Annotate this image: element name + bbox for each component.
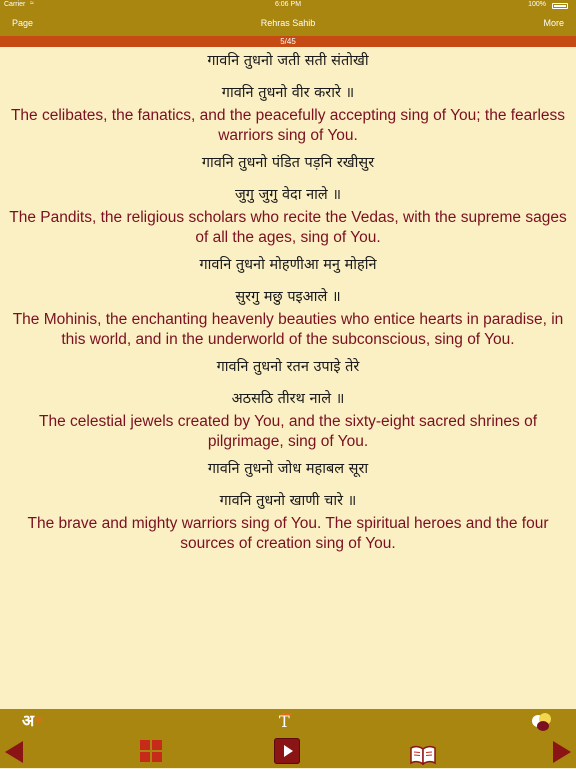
language-superscript: ਅ bbox=[34, 715, 43, 726]
color-theme-icon[interactable] bbox=[532, 713, 554, 731]
page-title: Rehras Sahib bbox=[260, 18, 316, 28]
navigation-bar: Page Rehras Sahib More bbox=[0, 12, 576, 36]
bottom-toolbar: अਅ T bbox=[0, 709, 576, 768]
battery-icon bbox=[552, 3, 568, 9]
verse-block: गावनि तुधनो पंडित पड़नि रखीसुर जुगु जुगु … bbox=[0, 152, 576, 248]
gurbani-line: गावनि तुधनो मोहणीआ मनु मोहनि bbox=[199, 257, 377, 273]
verse-block: गावनि तुधनो जोध महाबल सूरा गावनि तुधनो खा… bbox=[0, 458, 576, 554]
verse-block: गावनि तुधनो रतन उपाइे तेरे अठसठि तीरथ नाल… bbox=[0, 356, 576, 452]
grid-icon[interactable] bbox=[140, 740, 162, 762]
gurbani-line: गावनि तुधनो खाणी चारे ॥ bbox=[219, 493, 357, 509]
next-arrow-icon[interactable] bbox=[553, 741, 571, 763]
verse-block: गावनि तुधनो जती सती संतोखी गावनि तुधनो वी… bbox=[0, 47, 576, 146]
gurbani-line: सुरगु मछु पइआले ॥ bbox=[235, 289, 341, 305]
language-icon[interactable]: अਅ bbox=[22, 713, 43, 729]
verse-translation: The celibates, the fanatics, and the pea… bbox=[10, 107, 566, 144]
gurbani-line: अठसठि तीरथ नाले ॥ bbox=[231, 391, 345, 407]
language-glyph: अ bbox=[22, 711, 35, 730]
book-icon[interactable] bbox=[410, 745, 436, 766]
verse-translation: The celestial jewels created by You, and… bbox=[39, 413, 537, 450]
play-icon[interactable] bbox=[274, 738, 300, 764]
gurbani-line: गावनि तुधनो जोध महाबल सूरा bbox=[207, 461, 369, 477]
scripture-content[interactable]: गावनि तुधनो जती सती संतोखी गावनि तुधनो वी… bbox=[0, 47, 576, 709]
verse-translation: The brave and mighty warriors sing of Yo… bbox=[27, 515, 549, 552]
status-time: 6:06 PM bbox=[274, 1, 302, 8]
verse-translation: The Pandits, the religious scholars who … bbox=[9, 209, 567, 246]
page-progress-indicator: 5/45 bbox=[0, 36, 576, 47]
previous-arrow-icon[interactable] bbox=[5, 741, 23, 763]
gurbani-line: गावनि तुधनो जती सती संतोखी bbox=[207, 53, 369, 69]
more-button[interactable]: More bbox=[543, 18, 564, 28]
text-size-glyph: T bbox=[279, 712, 290, 731]
gurbani-line: गावनि तुधनो रतन उपाइे तेरे bbox=[216, 359, 360, 375]
gurbani-line: गावनि तुधनो वीर करारे ॥ bbox=[221, 85, 355, 101]
verse-block: गावनि तुधनो मोहणीआ मनु मोहनि सुरगु मछु पइ… bbox=[0, 254, 576, 350]
battery-percentage: 100% bbox=[528, 1, 546, 8]
gurbani-line: गावनि तुधनो पंडित पड़नि रखीसुर bbox=[201, 155, 375, 171]
status-bar: Carrier ≈ 6:06 PM 100% bbox=[0, 0, 576, 12]
verse-translation: The Mohinis, the enchanting heavenly bea… bbox=[12, 311, 564, 348]
gurbani-line: जुगु जुगु वेदा नाले ॥ bbox=[234, 187, 342, 203]
text-size-icon[interactable]: T bbox=[279, 712, 292, 731]
